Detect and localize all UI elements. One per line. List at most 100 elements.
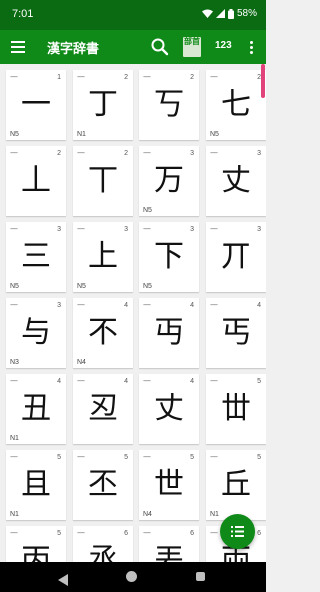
stroke-count: 3 (257, 150, 261, 157)
scroll-indicator[interactable] (261, 64, 265, 98)
jlpt-level: N5 (210, 131, 219, 138)
stroke-count: 3 (57, 226, 61, 233)
stroke-count: 4 (124, 302, 128, 309)
jlpt-level: N4 (143, 511, 152, 518)
kanji-card[interactable]: — 2 丄 (6, 146, 66, 216)
card-dash: — (143, 224, 151, 233)
nav-recent-icon[interactable] (196, 572, 205, 581)
jlpt-level: N1 (210, 511, 219, 518)
nav-back-icon[interactable] (58, 571, 68, 590)
kanji-character: 七 (221, 87, 251, 122)
stroke-count: 2 (124, 150, 128, 157)
stroke-count: 3 (190, 226, 194, 233)
card-dash: — (10, 376, 18, 385)
card-dash: — (143, 300, 151, 309)
jlpt-level: N4 (77, 359, 86, 366)
kanji-card[interactable]: — 4 丒 (73, 374, 133, 444)
kanji-card[interactable]: — 5 丗 (206, 374, 266, 444)
kanji-character: 丙 (21, 543, 51, 563)
list-view-button[interactable] (220, 514, 255, 549)
battery-icon (227, 8, 234, 19)
kanji-character: 丅 (88, 163, 118, 198)
kanji-card[interactable]: — 1 一 N5 (6, 70, 66, 140)
kanji-card[interactable]: — 4 丑 N1 (6, 374, 66, 444)
card-dash: — (77, 72, 85, 81)
card-dash: — (77, 528, 85, 537)
kanji-character: 丘 (221, 467, 251, 502)
card-dash: — (210, 300, 218, 309)
jlpt-level: N3 (10, 359, 19, 366)
card-dash: — (10, 72, 18, 81)
kanji-card[interactable]: — 2 丅 (73, 146, 133, 216)
app-bar: 漢字辞書 部首 123 (0, 30, 266, 64)
stroke-count-icon[interactable]: 123 (215, 40, 232, 51)
kanji-character: 与 (21, 315, 51, 350)
kanji-character: 不 (88, 315, 118, 350)
kanji-card[interactable]: — 3 丌 (206, 222, 266, 292)
nav-home-icon[interactable] (126, 571, 137, 582)
card-dash: — (77, 300, 85, 309)
card-dash: — (10, 224, 18, 233)
stroke-count: 6 (257, 530, 261, 537)
kanji-card[interactable]: — 2 丂 (139, 70, 199, 140)
stroke-count: 2 (124, 74, 128, 81)
stroke-count: 6 (190, 530, 194, 537)
card-dash: — (143, 72, 151, 81)
jlpt-level: N5 (10, 131, 19, 138)
stroke-count: 3 (257, 226, 261, 233)
kanji-card[interactable]: — 5 丙 (6, 526, 66, 562)
kanji-card[interactable]: — 4 丏 (139, 298, 199, 368)
kanji-card[interactable]: — 3 万 N5 (139, 146, 199, 216)
stroke-count: 5 (124, 454, 128, 461)
kanji-character: 一 (21, 87, 51, 122)
kanji-character: 丗 (221, 391, 251, 426)
kanji-card[interactable]: — 3 与 N3 (6, 298, 66, 368)
menu-icon[interactable] (9, 38, 27, 56)
kanji-character: 上 (88, 239, 118, 274)
card-dash: — (10, 148, 18, 157)
battery-level: 58% (236, 8, 257, 19)
radical-icon[interactable]: 部首 (183, 37, 201, 57)
status-bar: 7:01 58% (0, 0, 266, 30)
kanji-card[interactable]: — 5 且 N1 (6, 450, 66, 520)
kanji-card[interactable]: — 4 不 N4 (73, 298, 133, 368)
card-dash: — (210, 224, 218, 233)
kanji-card[interactable]: — 5 丕 (73, 450, 133, 520)
kanji-card[interactable]: — 3 三 N5 (6, 222, 66, 292)
kanji-character: 丑 (21, 391, 51, 426)
kanji-card[interactable]: — 5 丘 N1 (206, 450, 266, 520)
kanji-card[interactable]: — 2 丁 N1 (73, 70, 133, 140)
kanji-character: 下 (154, 239, 184, 274)
kanji-card[interactable]: — 6 丞 (73, 526, 133, 562)
kanji-character: 三 (21, 239, 51, 274)
stroke-count: 3 (57, 302, 61, 309)
kanji-card[interactable]: — 3 下 N5 (139, 222, 199, 292)
kanji-card[interactable]: — 5 世 N4 (139, 450, 199, 520)
kanji-card[interactable]: — 4 丈 (139, 374, 199, 444)
kanji-card[interactable]: — 3 丈 (206, 146, 266, 216)
app-title: 漢字辞書 (47, 42, 100, 57)
card-dash: — (10, 300, 18, 309)
kanji-character: 丞 (88, 543, 118, 563)
jlpt-level: N5 (10, 283, 19, 290)
search-icon[interactable] (150, 37, 170, 57)
kanji-character: 丕 (88, 467, 118, 502)
card-dash: — (77, 224, 85, 233)
kanji-card[interactable]: — 3 上 N5 (73, 222, 133, 292)
stroke-count: 6 (124, 530, 128, 537)
kanji-card[interactable]: —2 七 N5 (206, 70, 266, 140)
kanji-card[interactable]: — 6 丟 (139, 526, 199, 562)
stroke-count: 5 (57, 454, 61, 461)
signal-icon (215, 9, 225, 18)
more-vert-icon[interactable] (247, 39, 255, 55)
kanji-grid: —1 一 N5—2 丁 N1—2 丂 —2 七 N5—2 丄 —2 丅 —3 万 N5—3 丈 —3 三 N5—3 上… (0, 64, 266, 562)
kanji-character: 丐 (221, 315, 251, 350)
card-dash: — (143, 376, 151, 385)
card-dash: — (210, 376, 218, 385)
stroke-count: 2 (57, 150, 61, 157)
jlpt-level: N1 (77, 131, 86, 138)
stroke-count: 5 (57, 530, 61, 537)
stroke-count: 4 (190, 302, 194, 309)
kanji-card[interactable]: — 4 丐 (206, 298, 266, 368)
jlpt-level: N5 (143, 207, 152, 214)
